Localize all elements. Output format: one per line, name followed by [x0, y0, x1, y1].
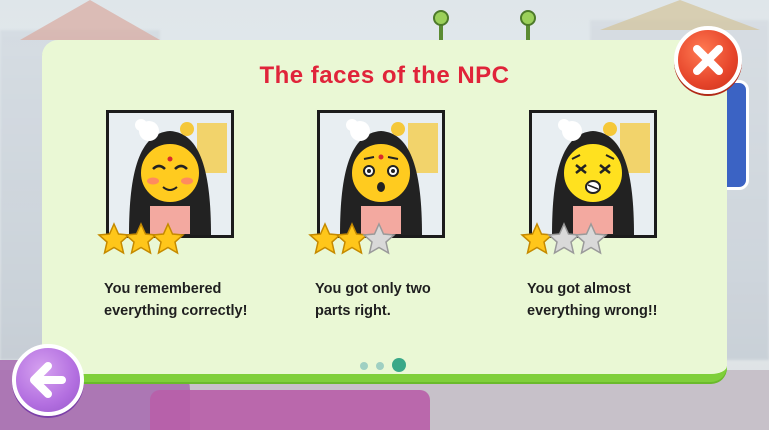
caption-line-2: everything correctly! — [104, 303, 248, 319]
background-roof-left — [20, 0, 160, 40]
card-caption: You got almost everything wrong!! — [527, 278, 727, 322]
background-roof-right — [600, 0, 760, 30]
caption-line-2: everything wrong!! — [527, 303, 658, 319]
face-card-3: You got almost everything wrong!! — [520, 110, 727, 319]
caption-line-2: parts right. — [315, 303, 391, 319]
star-rating-1 — [520, 222, 608, 255]
npc-portrait-frame — [529, 110, 657, 238]
page-dot-2[interactable] — [376, 362, 384, 370]
dialog-title: The faces of the NPC — [259, 62, 510, 89]
caption-line-1: You got only two — [315, 281, 431, 297]
page-dot-3-active[interactable] — [392, 358, 406, 372]
back-button[interactable] — [12, 344, 84, 416]
npc-portrait-happy — [109, 113, 231, 235]
npc-portrait-shocked — [532, 113, 654, 235]
star-rating-3 — [97, 222, 185, 255]
caption-line-1: You got almost — [527, 281, 631, 297]
npc-portrait-frame — [106, 110, 234, 238]
star-rating-2 — [308, 222, 396, 255]
close-button[interactable] — [674, 26, 742, 94]
page-dot-1[interactable] — [360, 362, 368, 370]
arrow-left-icon — [30, 362, 66, 398]
npc-faces-dialog: The faces of the NPC You remembered ever… — [42, 40, 727, 382]
caption-line-1: You remembered — [104, 281, 222, 297]
card-caption: You remembered everything correctly! — [104, 278, 304, 322]
card-caption: You got only two parts right. — [315, 278, 515, 322]
npc-portrait-frame — [317, 110, 445, 238]
face-card-2: You got only two parts right. — [308, 110, 515, 319]
npc-portrait-surprised — [320, 113, 442, 235]
close-icon — [693, 45, 723, 75]
face-card-1: You remembered everything correctly! — [97, 110, 304, 319]
background-carpet — [150, 390, 430, 430]
